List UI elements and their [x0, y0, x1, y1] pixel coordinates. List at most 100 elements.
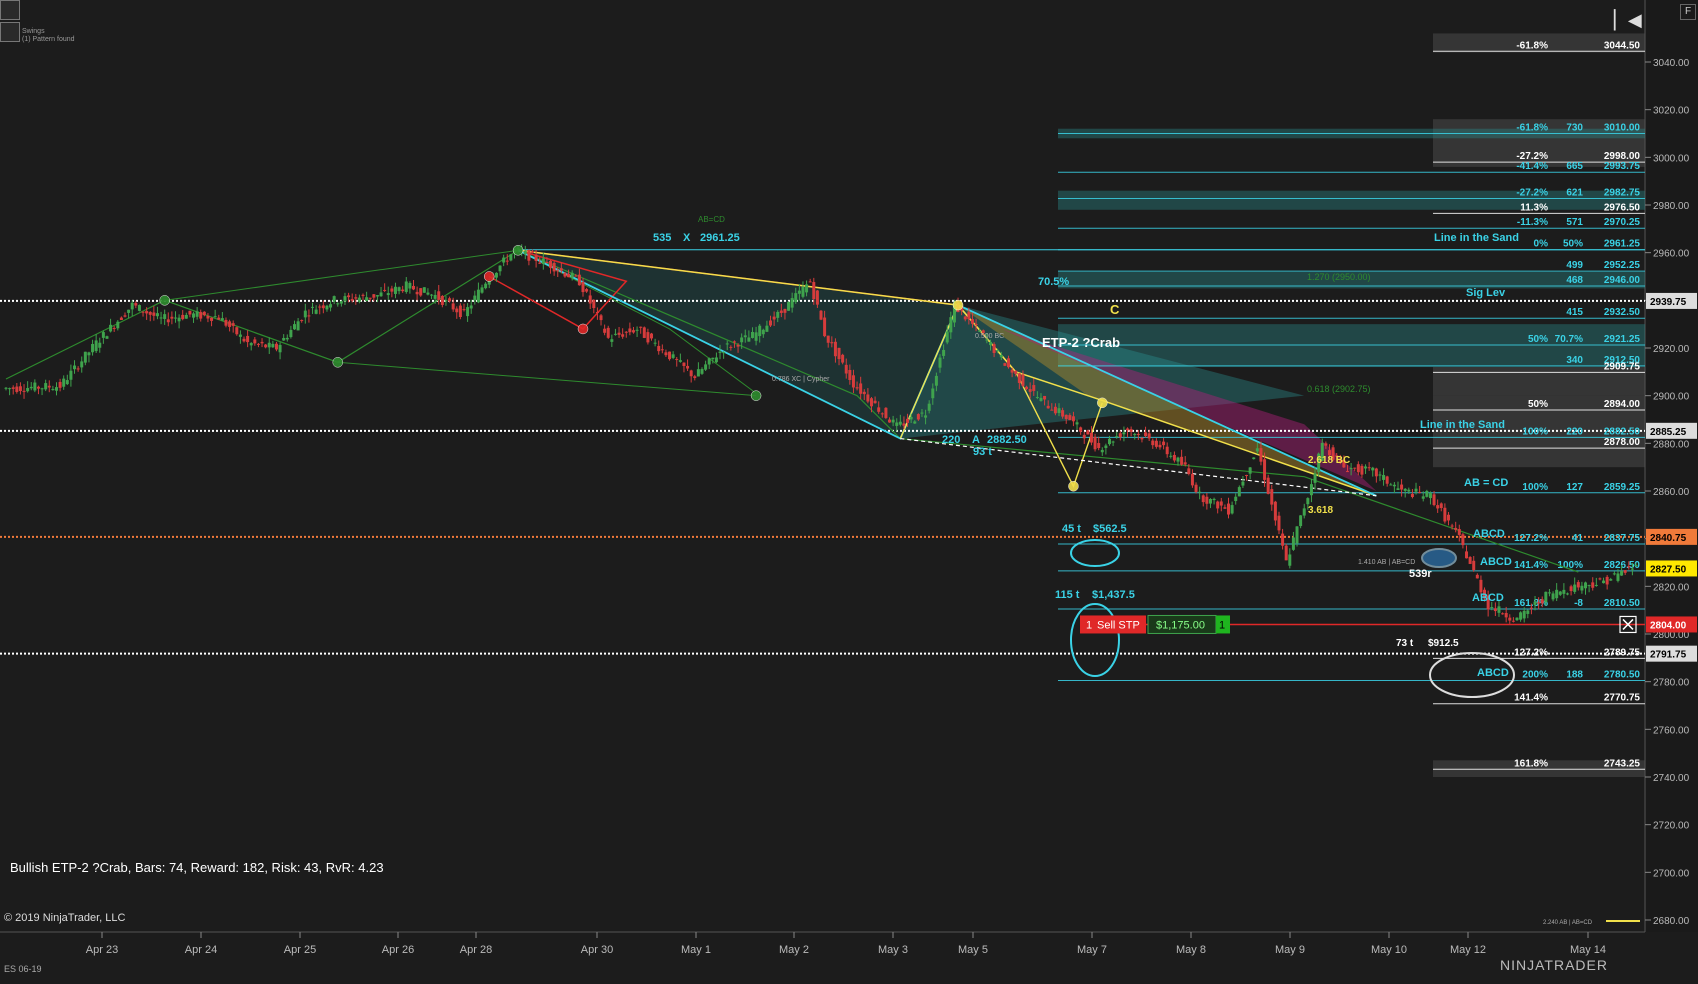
candle-body — [1436, 505, 1440, 509]
candle-body — [137, 305, 141, 311]
candle-body — [1162, 441, 1166, 446]
candle-body — [458, 305, 462, 317]
candle-body — [1046, 405, 1050, 409]
candle-body — [1245, 475, 1249, 477]
candle-body — [1144, 432, 1148, 437]
candle-body — [704, 364, 708, 370]
candle-body — [963, 316, 967, 320]
candle-body — [931, 388, 935, 399]
candle-body — [1014, 370, 1018, 374]
candle-body — [437, 291, 441, 300]
fib-pct-label: 127.2% — [1514, 533, 1548, 544]
collapse-left-icon[interactable]: ▏◀ — [1614, 10, 1642, 32]
chart-annotation: 115 t — [1055, 589, 1080, 601]
candle-body — [1263, 459, 1267, 480]
candle-body — [1309, 484, 1313, 496]
candle-body — [372, 294, 376, 298]
candle-body — [321, 305, 325, 309]
candle-body — [354, 297, 358, 299]
candle-body — [235, 327, 239, 335]
fib-pct-label: 100% — [1522, 426, 1548, 437]
candle-body — [127, 309, 131, 313]
candle-body — [1165, 446, 1169, 455]
y-tick-label: 2720.00 — [1653, 821, 1690, 832]
candle-body — [877, 407, 881, 412]
candle-body — [267, 342, 271, 348]
x-tick-label: Apr 25 — [284, 944, 316, 956]
candle-body — [1439, 503, 1443, 509]
fib-price-label: 2789.75 — [1604, 647, 1641, 658]
price-chart[interactable]: 2680.00 2700.00 2720.00 2740.00 2760.00 2780.… — [0, 0, 1698, 979]
candle-body — [1241, 481, 1245, 486]
candle-body — [1544, 591, 1548, 603]
x-tick-label: Apr 26 — [382, 944, 414, 956]
candle-body — [545, 261, 549, 263]
order-pnl: $1,175.00 — [1156, 619, 1205, 631]
candle-body — [26, 388, 30, 392]
fib-price-label: 2882.50 — [1604, 426, 1641, 437]
candle-body — [1281, 533, 1285, 546]
chart-annotation: X — [683, 232, 691, 244]
drawing-tool-icon[interactable] — [0, 0, 20, 20]
candle-body — [1183, 462, 1187, 465]
candle-body — [296, 321, 300, 331]
candle-body — [448, 298, 452, 302]
candle-body — [1082, 434, 1086, 439]
candle-body — [65, 380, 69, 385]
candle-body — [22, 390, 26, 392]
candle-body — [1479, 579, 1483, 593]
candle-body — [1266, 477, 1270, 494]
candle-body — [797, 290, 801, 294]
candle-body — [841, 354, 845, 363]
candle-body — [772, 316, 776, 320]
y-tick-label: 2980.00 — [1653, 201, 1690, 212]
f-button[interactable]: F — [1680, 4, 1696, 20]
candle-body — [116, 321, 120, 329]
fib-count-label: 41 — [1572, 533, 1584, 544]
candle-body — [1284, 545, 1288, 561]
series-tag: ES 06-19 — [4, 964, 42, 974]
candle-body — [271, 343, 275, 348]
candle-body — [357, 297, 361, 302]
fib-pct-label: 11.3% — [1520, 202, 1548, 213]
candle-body — [592, 299, 596, 309]
fib-count-label: 50% — [1563, 239, 1583, 250]
candle-body — [217, 317, 221, 320]
candle-body — [541, 258, 545, 264]
candle-body — [1252, 457, 1256, 460]
fib-count-label: 499 — [1566, 260, 1583, 271]
candle-body — [1605, 576, 1609, 585]
candle-body — [466, 307, 470, 317]
chart-annotation: ETP-2 ?Crab — [1042, 335, 1120, 350]
candle-body — [274, 343, 278, 350]
candle-body — [624, 331, 628, 333]
chart-annotation: ABCD — [1473, 528, 1505, 540]
candle-body — [523, 251, 527, 255]
candle-body — [1565, 593, 1569, 595]
fib-pct-label: -27.2% — [1516, 187, 1548, 198]
candle-body — [1555, 589, 1559, 599]
candle-body — [145, 311, 149, 314]
candle-body — [231, 323, 235, 326]
fib-price-label: 2946.00 — [1604, 275, 1641, 286]
chart-area[interactable]: 2680.00 2700.00 2720.00 2740.00 2760.00 2780.… — [0, 0, 1698, 979]
candle-body — [199, 312, 203, 319]
candle-body — [696, 369, 700, 377]
candle-body — [1227, 503, 1230, 515]
chart-annotation: A — [972, 434, 980, 446]
candle-body — [801, 286, 805, 297]
candle-body — [307, 315, 311, 317]
no-entry-icon[interactable] — [0, 22, 20, 42]
candle-body — [1205, 496, 1209, 504]
swing-point — [1097, 397, 1108, 409]
candle-body — [1248, 467, 1252, 474]
fib-pct-label: 50% — [1528, 334, 1548, 345]
candle-body — [386, 293, 390, 296]
fib-price-label: 2961.25 — [1604, 239, 1641, 250]
candle-body — [1627, 566, 1631, 568]
candle-body — [249, 343, 253, 346]
candle-body — [1465, 551, 1469, 559]
copyright: © 2019 NinjaTrader, LLC — [4, 912, 126, 924]
candle-body — [123, 315, 127, 317]
candle-body — [1508, 617, 1512, 621]
